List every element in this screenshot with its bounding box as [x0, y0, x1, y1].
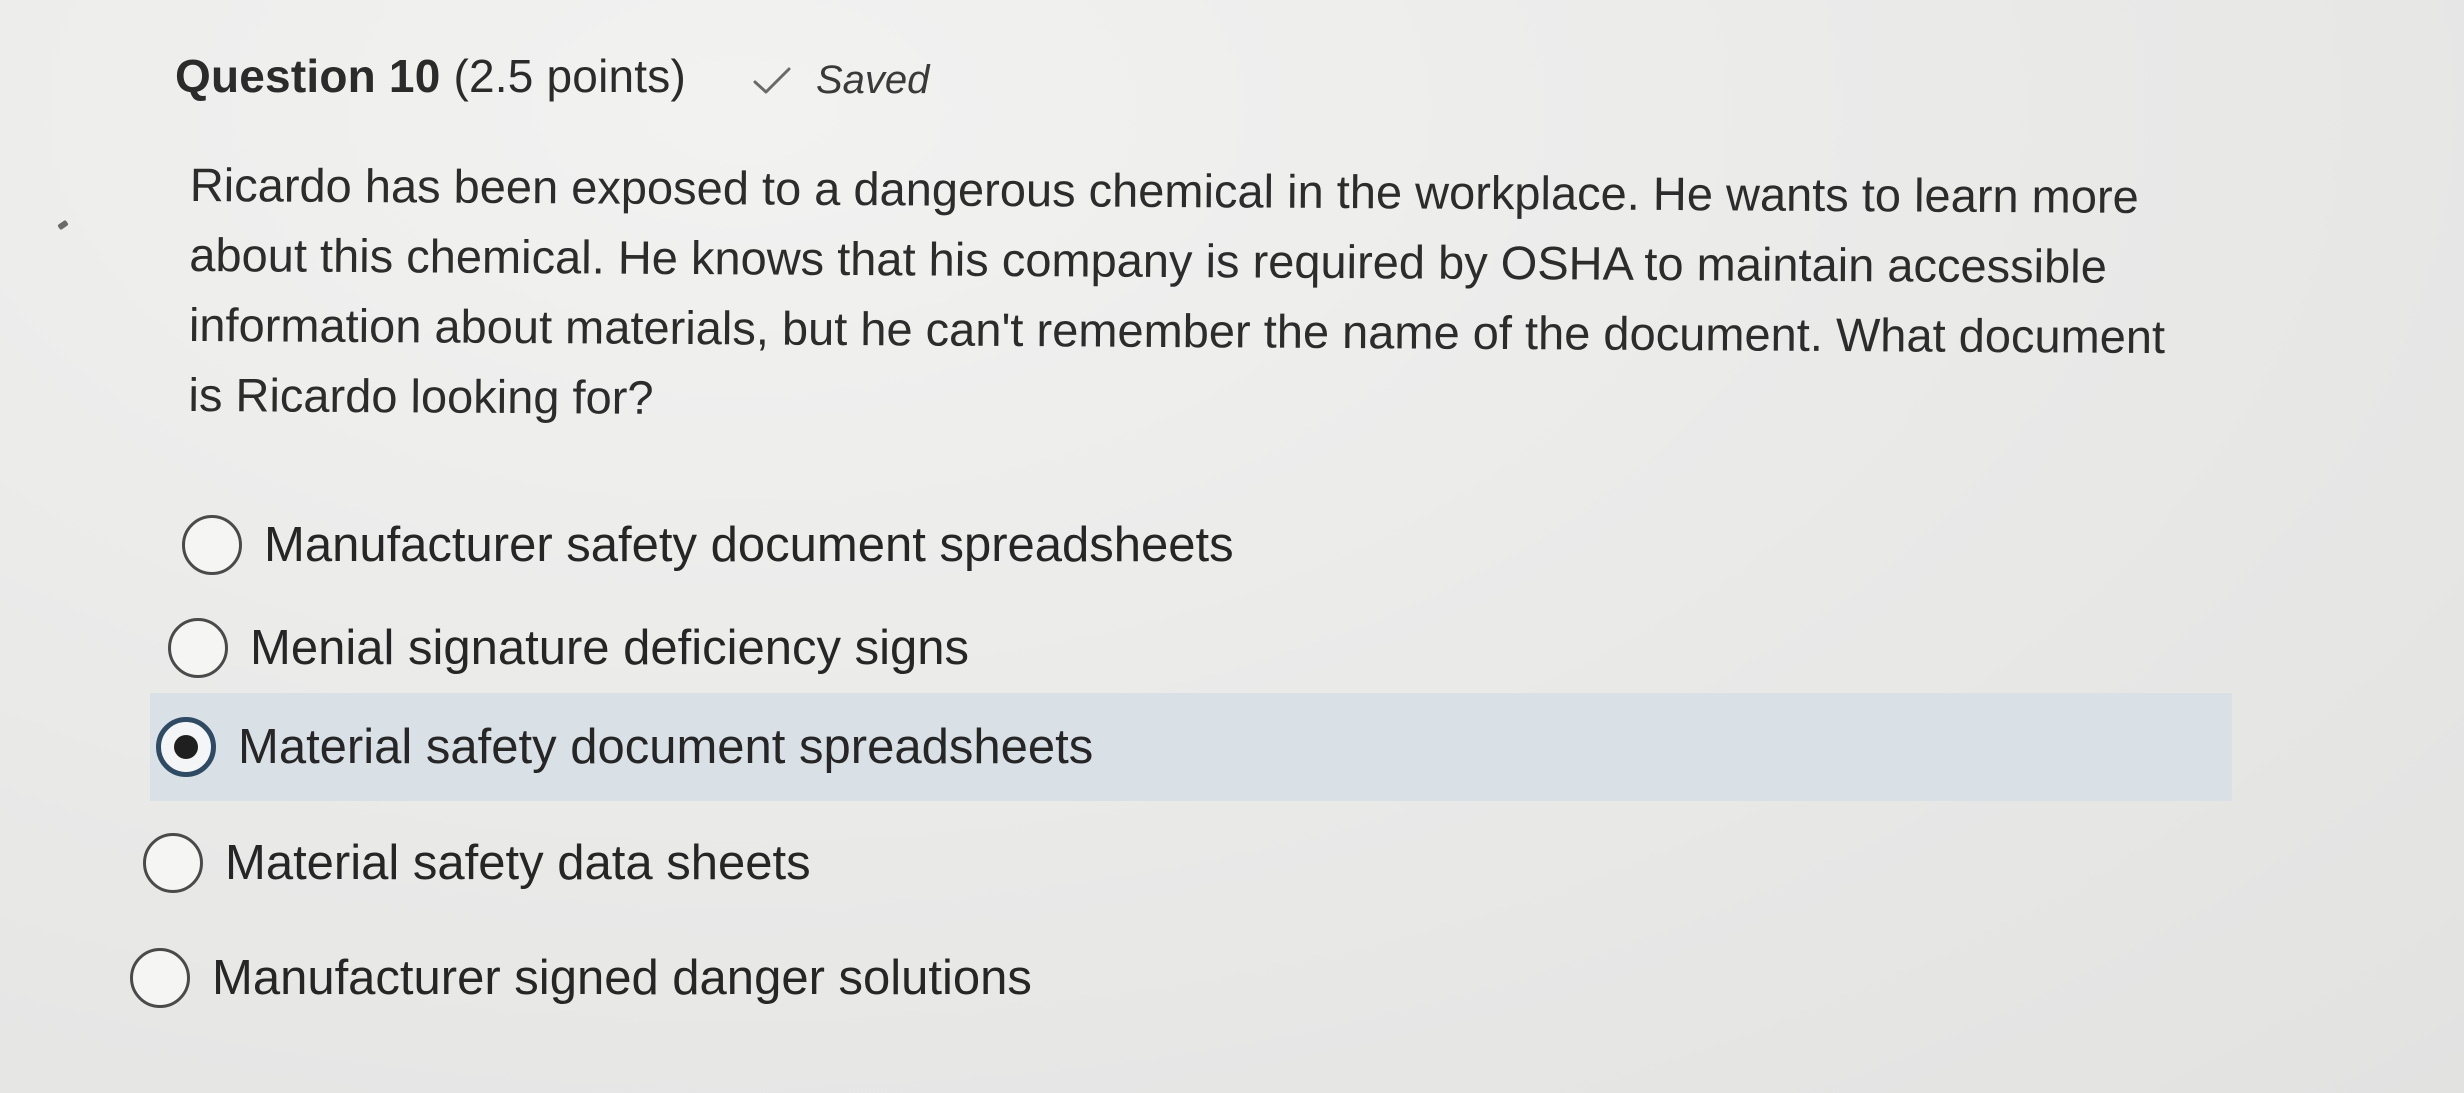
- radio-button[interactable]: [130, 948, 190, 1008]
- save-status: Saved: [752, 58, 929, 103]
- answer-option-label: Manufacturer safety document spreadsheet…: [264, 518, 1234, 572]
- saved-label: Saved: [816, 58, 930, 102]
- quiz-page: Question 10 (2.5 points) Saved Ricardo h…: [0, 0, 2464, 1093]
- answer-option-label: Material safety document spreadsheets: [238, 720, 1094, 774]
- radio-selected-dot: [174, 735, 198, 759]
- answer-option[interactable]: Manufacturer signed danger solutions: [130, 928, 1032, 1028]
- question-header: Question 10 (2.5 points) Saved: [175, 48, 929, 103]
- radio-button[interactable]: [168, 618, 228, 678]
- stray-mark: [57, 219, 69, 231]
- answer-option-label: Manufacturer signed danger solutions: [212, 951, 1032, 1005]
- question-points: (2.5 points): [453, 49, 686, 102]
- question-number: Question 10: [175, 49, 441, 102]
- answer-option[interactable]: Menial signature deficiency signs: [168, 598, 969, 698]
- answer-option-label: Material safety data sheets: [225, 836, 811, 890]
- answer-option[interactable]: Material safety data sheets: [143, 813, 811, 913]
- question-prompt: Ricardo has been exposed to a dangerous …: [188, 157, 2166, 424]
- check-icon: [753, 67, 791, 93]
- answer-option-selected[interactable]: Material safety document spreadsheets: [150, 693, 2232, 801]
- radio-button-selected[interactable]: [156, 717, 216, 777]
- radio-button[interactable]: [143, 833, 203, 893]
- radio-button[interactable]: [182, 515, 242, 575]
- answer-option[interactable]: Manufacturer safety document spreadsheet…: [182, 495, 1234, 595]
- answer-option-label: Menial signature deficiency signs: [250, 621, 970, 675]
- question-title: Question 10 (2.5 points): [175, 49, 686, 103]
